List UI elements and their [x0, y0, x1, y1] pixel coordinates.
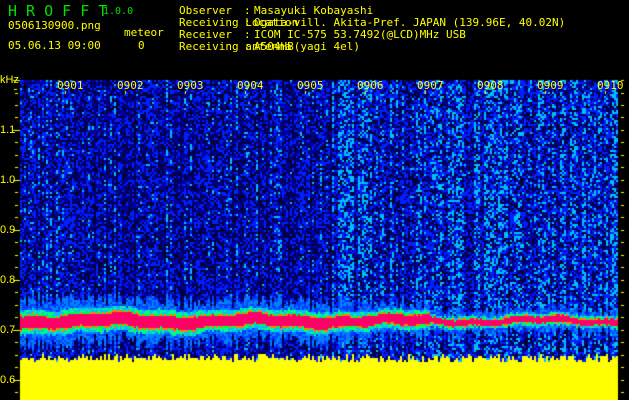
- x-tick-label: 0907: [417, 79, 444, 92]
- app-title: H R O F F T: [8, 2, 108, 20]
- x-tick-label: 0906: [357, 79, 384, 92]
- x-tick-label: 0903: [177, 79, 204, 92]
- info-separator: :: [244, 40, 251, 53]
- y-tick-label: 0.8: [0, 274, 16, 286]
- x-tick-label: 0910: [597, 79, 624, 92]
- file-name: 0506130900.png: [8, 19, 101, 32]
- x-tick-label: 0904: [237, 79, 264, 92]
- app-version: 1.0.0: [103, 6, 134, 17]
- meteor-label: meteor: [124, 26, 164, 39]
- x-tick-label: 0901: [57, 79, 84, 92]
- y-tick-label: 0.6: [0, 374, 16, 386]
- x-tick-label: 0909: [537, 79, 564, 92]
- spectrogram: [0, 0, 629, 400]
- y-tick-label: 1.1: [0, 124, 16, 136]
- y-tick-label: 0.9: [0, 224, 16, 236]
- file-datetime: 05.06.13 09:00: [8, 39, 101, 52]
- x-tick-label: 0902: [117, 79, 144, 92]
- x-tick-label: 0905: [297, 79, 324, 92]
- x-tick-label: 0908: [477, 79, 504, 92]
- y-tick-label: 0.7: [0, 324, 16, 336]
- y-tick-label: 1.0: [0, 174, 16, 186]
- info-value: A504HB(yagi 4el): [254, 40, 360, 53]
- y-axis-unit: kHz: [0, 74, 19, 86]
- meteor-count: 0: [138, 39, 145, 52]
